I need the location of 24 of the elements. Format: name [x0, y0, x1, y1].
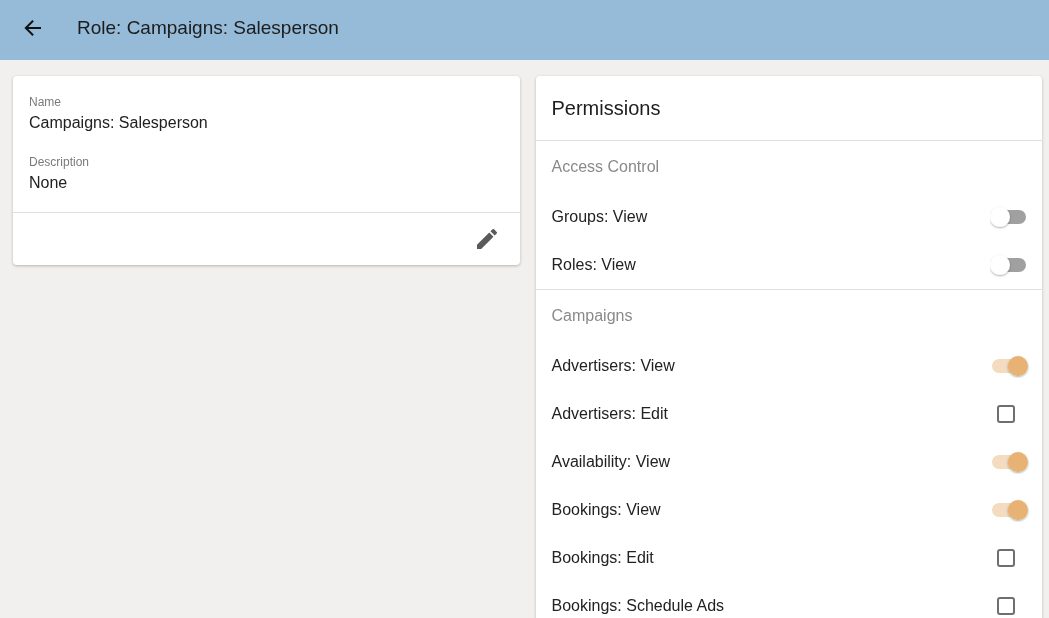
permission-label: Availability: View — [551, 453, 671, 471]
permission-label: Bookings: View — [551, 501, 661, 519]
back-arrow-icon — [23, 18, 43, 38]
permission-label: Roles: View — [551, 256, 636, 274]
pencil-icon — [476, 229, 497, 249]
permission-label: Bookings: Edit — [551, 549, 654, 567]
field-value: Campaigns: Salesperson — [29, 113, 208, 133]
field-label: Description — [29, 154, 90, 170]
field-value: None — [29, 173, 68, 193]
checkbox[interactable] — [997, 405, 1015, 423]
permission-label: Bookings: Schedule Ads — [551, 597, 725, 615]
permission-label: Groups: View — [551, 208, 648, 226]
permission-label: Advertisers: Edit — [551, 405, 668, 423]
toggle-switch[interactable] — [990, 498, 1030, 522]
toggle-switch[interactable] — [990, 354, 1030, 378]
checkbox[interactable] — [997, 549, 1015, 567]
field-label: Name — [29, 94, 61, 110]
toggle-switch[interactable] — [990, 450, 1030, 474]
section-heading: Access Control — [551, 158, 660, 176]
page-title: Role: Campaigns: Salesperson — [77, 17, 339, 39]
checkbox[interactable] — [997, 597, 1015, 615]
permission-label: Advertisers: View — [551, 357, 675, 375]
section-heading: Campaigns — [551, 307, 633, 325]
card-title: Permissions — [551, 96, 661, 120]
